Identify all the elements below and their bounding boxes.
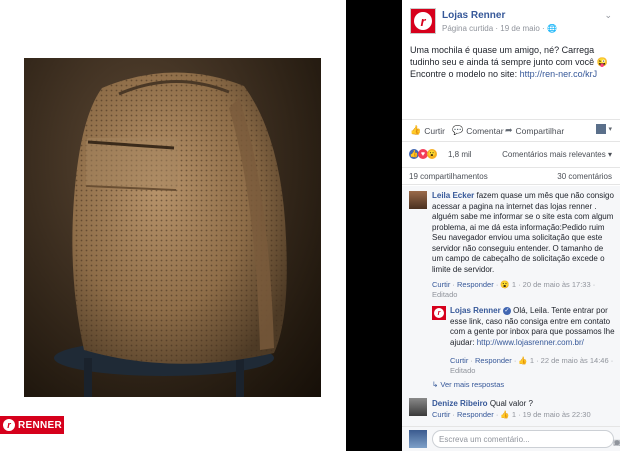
page-avatar[interactable]: r	[410, 8, 436, 34]
wow-reaction-icon[interactable]: 😮	[427, 149, 437, 159]
comments-list: Leila Ecker fazem quase um mês que não c…	[402, 186, 620, 426]
post-caption: Uma mochila é quase um amigo, né? Carreg…	[410, 44, 616, 80]
current-user-avatar[interactable]	[409, 430, 427, 448]
more-replies-link[interactable]: ↳ Ver mais respostas	[432, 380, 504, 390]
thumbs-up-icon: 👍	[410, 125, 422, 135]
reply-meta: Curtir · Responder · 👍 1 · 22 de maio às…	[450, 356, 614, 375]
comments-count[interactable]: 30 comentários	[557, 172, 612, 181]
comment-text: Qual valor ?	[489, 399, 533, 408]
reactions-bar: 👍 ♥ 😮 1,8 mil Comentários mais relevante…	[402, 141, 620, 167]
comment-author-link[interactable]: Leila Ecker	[432, 191, 474, 200]
comment-input[interactable]: Escreva um comentário... ☺ ⌂ ▣ ☻	[432, 430, 620, 448]
post-panel: r Lojas Renner Página curtida · 19 de ma…	[402, 0, 620, 451]
shares-count[interactable]: 19 compartilhamentos	[409, 172, 488, 181]
comment-sort-dropdown[interactable]: Comentários mais relevantes ▾	[502, 150, 612, 159]
comment-author-link[interactable]: Denize Ribeiro	[432, 399, 488, 408]
page-name-link[interactable]: Lojas Renner	[442, 10, 505, 21]
globe-icon: 🌐	[546, 24, 557, 33]
post-as-selector[interactable]: ▾	[596, 124, 612, 134]
backpack-photo[interactable]	[24, 58, 321, 397]
share-button[interactable]: ➦ Compartilhar	[505, 125, 564, 136]
comment-meta: Curtir · Responder · 😮 1 · 20 de maio às…	[432, 280, 596, 299]
comment-reply-link[interactable]: Responder	[457, 410, 494, 419]
renner-logo-text: RENNER	[18, 419, 63, 431]
verified-badge-icon: ✓	[502, 306, 511, 315]
comment-reply-link[interactable]: Responder	[457, 280, 494, 289]
sticker-icon[interactable]: ☻	[613, 438, 620, 447]
comment-body: Denize Ribeiro Qual valor ?	[432, 399, 614, 410]
profile-mini-avatar	[596, 124, 607, 134]
comment-icon: 💬	[452, 125, 464, 135]
reply-like-link[interactable]: Curtir	[450, 356, 468, 365]
post-header: r Lojas Renner Página curtida · 19 de ma…	[402, 0, 620, 40]
comment-composer: Escreva um comentário... ☺ ⌂ ▣ ☻	[402, 426, 620, 451]
post-counts: 19 compartilhamentos 30 comentários	[402, 167, 620, 185]
post-meta: Página curtida · 19 de maio · 🌐	[442, 24, 557, 33]
commenter-avatar[interactable]	[409, 191, 427, 209]
like-button[interactable]: 👍 Curtir	[410, 125, 445, 136]
post-actions: 👍 Curtir 💬 Comentar ➦ Compartilhar ▾	[402, 119, 620, 141]
comment-meta: Curtir · Responder · 👍 1 · 19 de maio às…	[432, 410, 591, 419]
reply-author-link[interactable]: Lojas Renner	[450, 306, 501, 315]
viewer-divider	[346, 0, 402, 451]
chevron-down-icon[interactable]: ⌄	[604, 10, 612, 21]
share-arrow-icon: ➦	[505, 125, 513, 135]
comment-like-link[interactable]: Curtir	[432, 410, 450, 419]
photo-area: r RENNER	[0, 0, 346, 451]
reply-reply-link[interactable]: Responder	[475, 356, 512, 365]
renner-logo[interactable]: r RENNER	[0, 416, 64, 434]
caption-link[interactable]: http://ren-ner.co/krJ	[520, 69, 598, 79]
comment-like-link[interactable]: Curtir	[432, 280, 450, 289]
backpack-illustration	[54, 72, 287, 397]
commenter-avatar[interactable]	[409, 398, 427, 416]
comment-button[interactable]: 💬 Comentar	[452, 125, 504, 136]
renner-logo-mark: r	[3, 419, 15, 431]
reaction-count[interactable]: 1,8 mil	[448, 150, 472, 159]
comment-text: fazem quase um mês que não consigo acess…	[432, 191, 614, 274]
page-reply-avatar[interactable]: r	[432, 306, 446, 320]
reply-link[interactable]: http://www.lojasrenner.com.br/	[477, 338, 584, 347]
comment-input-placeholder: Escreva um comentário...	[439, 435, 530, 444]
caret-down-icon: ▾	[608, 126, 612, 133]
comment-body: Leila Ecker fazem quase um mês que não c…	[432, 191, 614, 275]
reply-body: Lojas Renner ✓ Olá, Leila. Tente entrar …	[450, 306, 616, 348]
